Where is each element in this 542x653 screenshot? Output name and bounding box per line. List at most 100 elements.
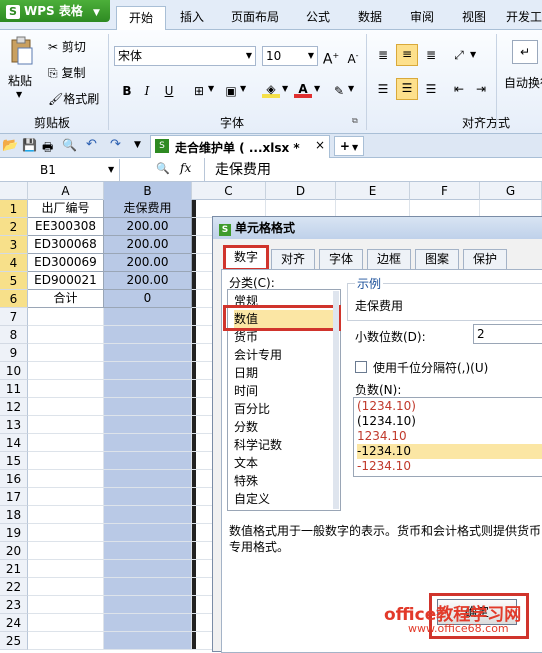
row-header[interactable]: 6 xyxy=(0,290,28,308)
cell[interactable] xyxy=(104,614,192,632)
cell[interactable] xyxy=(104,560,192,578)
column-header-b[interactable]: B xyxy=(104,182,192,200)
thousands-separator-checkbox[interactable] xyxy=(355,361,367,373)
underline-button[interactable]: U xyxy=(160,82,178,100)
row-header[interactable]: 17 xyxy=(0,488,28,506)
column-header-e[interactable]: E xyxy=(336,182,410,200)
tab-insert[interactable]: 插入 xyxy=(170,6,214,30)
row-header[interactable]: 12 xyxy=(0,398,28,416)
tab-review[interactable]: 审阅 xyxy=(400,6,444,30)
font-color-icon[interactable]: A xyxy=(294,80,312,98)
cell[interactable] xyxy=(28,452,104,470)
negative-format-item[interactable]: -1234.10 xyxy=(357,459,542,474)
paste-icon[interactable] xyxy=(8,36,36,66)
chevron-down-icon[interactable]: ▼ xyxy=(308,47,314,65)
redo-icon[interactable]: ↷ xyxy=(110,137,121,152)
cell[interactable] xyxy=(28,434,104,452)
tab-pattern[interactable]: 图案 xyxy=(415,249,459,269)
cell[interactable] xyxy=(104,380,192,398)
wrap-text-button[interactable]: 自动换行 xyxy=(504,74,542,91)
row-header[interactable]: 5 xyxy=(0,272,28,290)
row-header[interactable]: 13 xyxy=(0,416,28,434)
tab-font[interactable]: 字体 xyxy=(319,249,363,269)
row-header[interactable]: 11 xyxy=(0,380,28,398)
dialog-title-bar[interactable]: S 单元格格式 xyxy=(213,217,542,239)
cell[interactable]: 出厂编号 xyxy=(28,200,104,218)
print-preview-icon[interactable]: 🔍 xyxy=(62,138,77,152)
tab-developer[interactable]: 开发工 xyxy=(506,6,542,30)
font-size-combo[interactable]: 10 ▼ xyxy=(262,46,318,66)
cell[interactable]: 走保费用 xyxy=(104,200,192,218)
merge-cells-icon[interactable]: ▣ xyxy=(222,82,240,100)
cell[interactable] xyxy=(104,326,192,344)
align-top-icon[interactable]: ≣ xyxy=(374,46,392,64)
cell[interactable] xyxy=(28,380,104,398)
zoom-icon[interactable]: 🔍 xyxy=(156,162,170,175)
row-header[interactable]: 25 xyxy=(0,632,28,650)
copy-button[interactable]: ⎘ 复制 xyxy=(48,64,85,81)
clear-format-icon[interactable]: ✎ xyxy=(330,82,348,100)
paste-dropdown-icon[interactable]: ▼ xyxy=(16,90,22,99)
tab-home[interactable]: 开始 xyxy=(116,6,166,30)
decimal-places-input[interactable]: 2 xyxy=(473,324,542,344)
row-header[interactable]: 21 xyxy=(0,560,28,578)
row-header[interactable]: 8 xyxy=(0,326,28,344)
cell[interactable] xyxy=(104,596,192,614)
cell[interactable] xyxy=(28,362,104,380)
cell[interactable]: 200.00 xyxy=(104,272,192,290)
cell[interactable]: 200.00 xyxy=(104,254,192,272)
column-header-d[interactable]: D xyxy=(266,182,336,200)
new-tab-button[interactable]: + ▼ xyxy=(334,136,364,156)
tab-data[interactable]: 数据 xyxy=(348,6,392,30)
function-icon[interactable]: fx xyxy=(180,161,191,175)
chevron-down-icon[interactable]: ▼ xyxy=(470,50,476,59)
cell[interactable] xyxy=(28,542,104,560)
fill-color-icon[interactable]: ◈ xyxy=(262,80,280,98)
category-item[interactable]: 分数 xyxy=(234,418,338,436)
align-bottom-icon[interactable]: ≣ xyxy=(422,46,440,64)
open-folder-icon[interactable]: 📂 xyxy=(2,138,18,153)
row-header[interactable]: 19 xyxy=(0,524,28,542)
category-item[interactable]: 会计专用 xyxy=(234,346,338,364)
cell[interactable]: ED300069 xyxy=(28,254,104,272)
tab-page-layout[interactable]: 页面布局 xyxy=(222,6,288,30)
cell[interactable]: ED900021 xyxy=(28,272,104,290)
wps-app-button[interactable]: S WPS 表格 ▼ xyxy=(0,0,110,22)
category-item[interactable]: 日期 xyxy=(234,364,338,382)
row-header[interactable]: 7 xyxy=(0,308,28,326)
cell[interactable] xyxy=(104,542,192,560)
negative-format-item[interactable]: (1234.10) xyxy=(357,399,542,414)
cell[interactable]: 200.00 xyxy=(104,236,192,254)
cell[interactable] xyxy=(104,524,192,542)
cell[interactable] xyxy=(28,560,104,578)
chevron-down-icon[interactable]: ▼ xyxy=(314,84,320,93)
row-header[interactable]: 24 xyxy=(0,614,28,632)
category-item[interactable]: 文本 xyxy=(234,454,338,472)
cell[interactable] xyxy=(28,596,104,614)
negative-format-item[interactable]: 1234.10 xyxy=(357,429,542,444)
cell[interactable] xyxy=(104,632,192,650)
wrap-text-icon[interactable]: ↵ xyxy=(512,40,538,64)
category-item[interactable]: 特殊 xyxy=(234,472,338,490)
column-header-f[interactable]: F xyxy=(410,182,480,200)
select-all-corner[interactable] xyxy=(0,182,28,200)
row-header[interactable]: 9 xyxy=(0,344,28,362)
negative-format-item[interactable]: -1234.10 xyxy=(357,444,542,459)
tab-protection[interactable]: 保护 xyxy=(463,249,507,269)
cell[interactable] xyxy=(104,578,192,596)
column-header-a[interactable]: A xyxy=(28,182,104,200)
grow-font-button[interactable]: A+ xyxy=(322,47,340,68)
cell[interactable] xyxy=(104,308,192,326)
print-icon[interactable]: 🖶 xyxy=(42,138,53,159)
close-tab-icon[interactable]: × xyxy=(315,138,325,152)
paste-button[interactable]: 粘贴 xyxy=(8,72,32,89)
cell[interactable] xyxy=(104,344,192,362)
cell[interactable] xyxy=(28,326,104,344)
chevron-down-icon[interactable]: ▼ xyxy=(282,84,288,93)
cell[interactable] xyxy=(104,488,192,506)
row-header[interactable]: 20 xyxy=(0,542,28,560)
tab-view[interactable]: 视图 xyxy=(452,6,496,30)
cell[interactable] xyxy=(104,362,192,380)
cell[interactable] xyxy=(104,470,192,488)
cell[interactable] xyxy=(104,416,192,434)
